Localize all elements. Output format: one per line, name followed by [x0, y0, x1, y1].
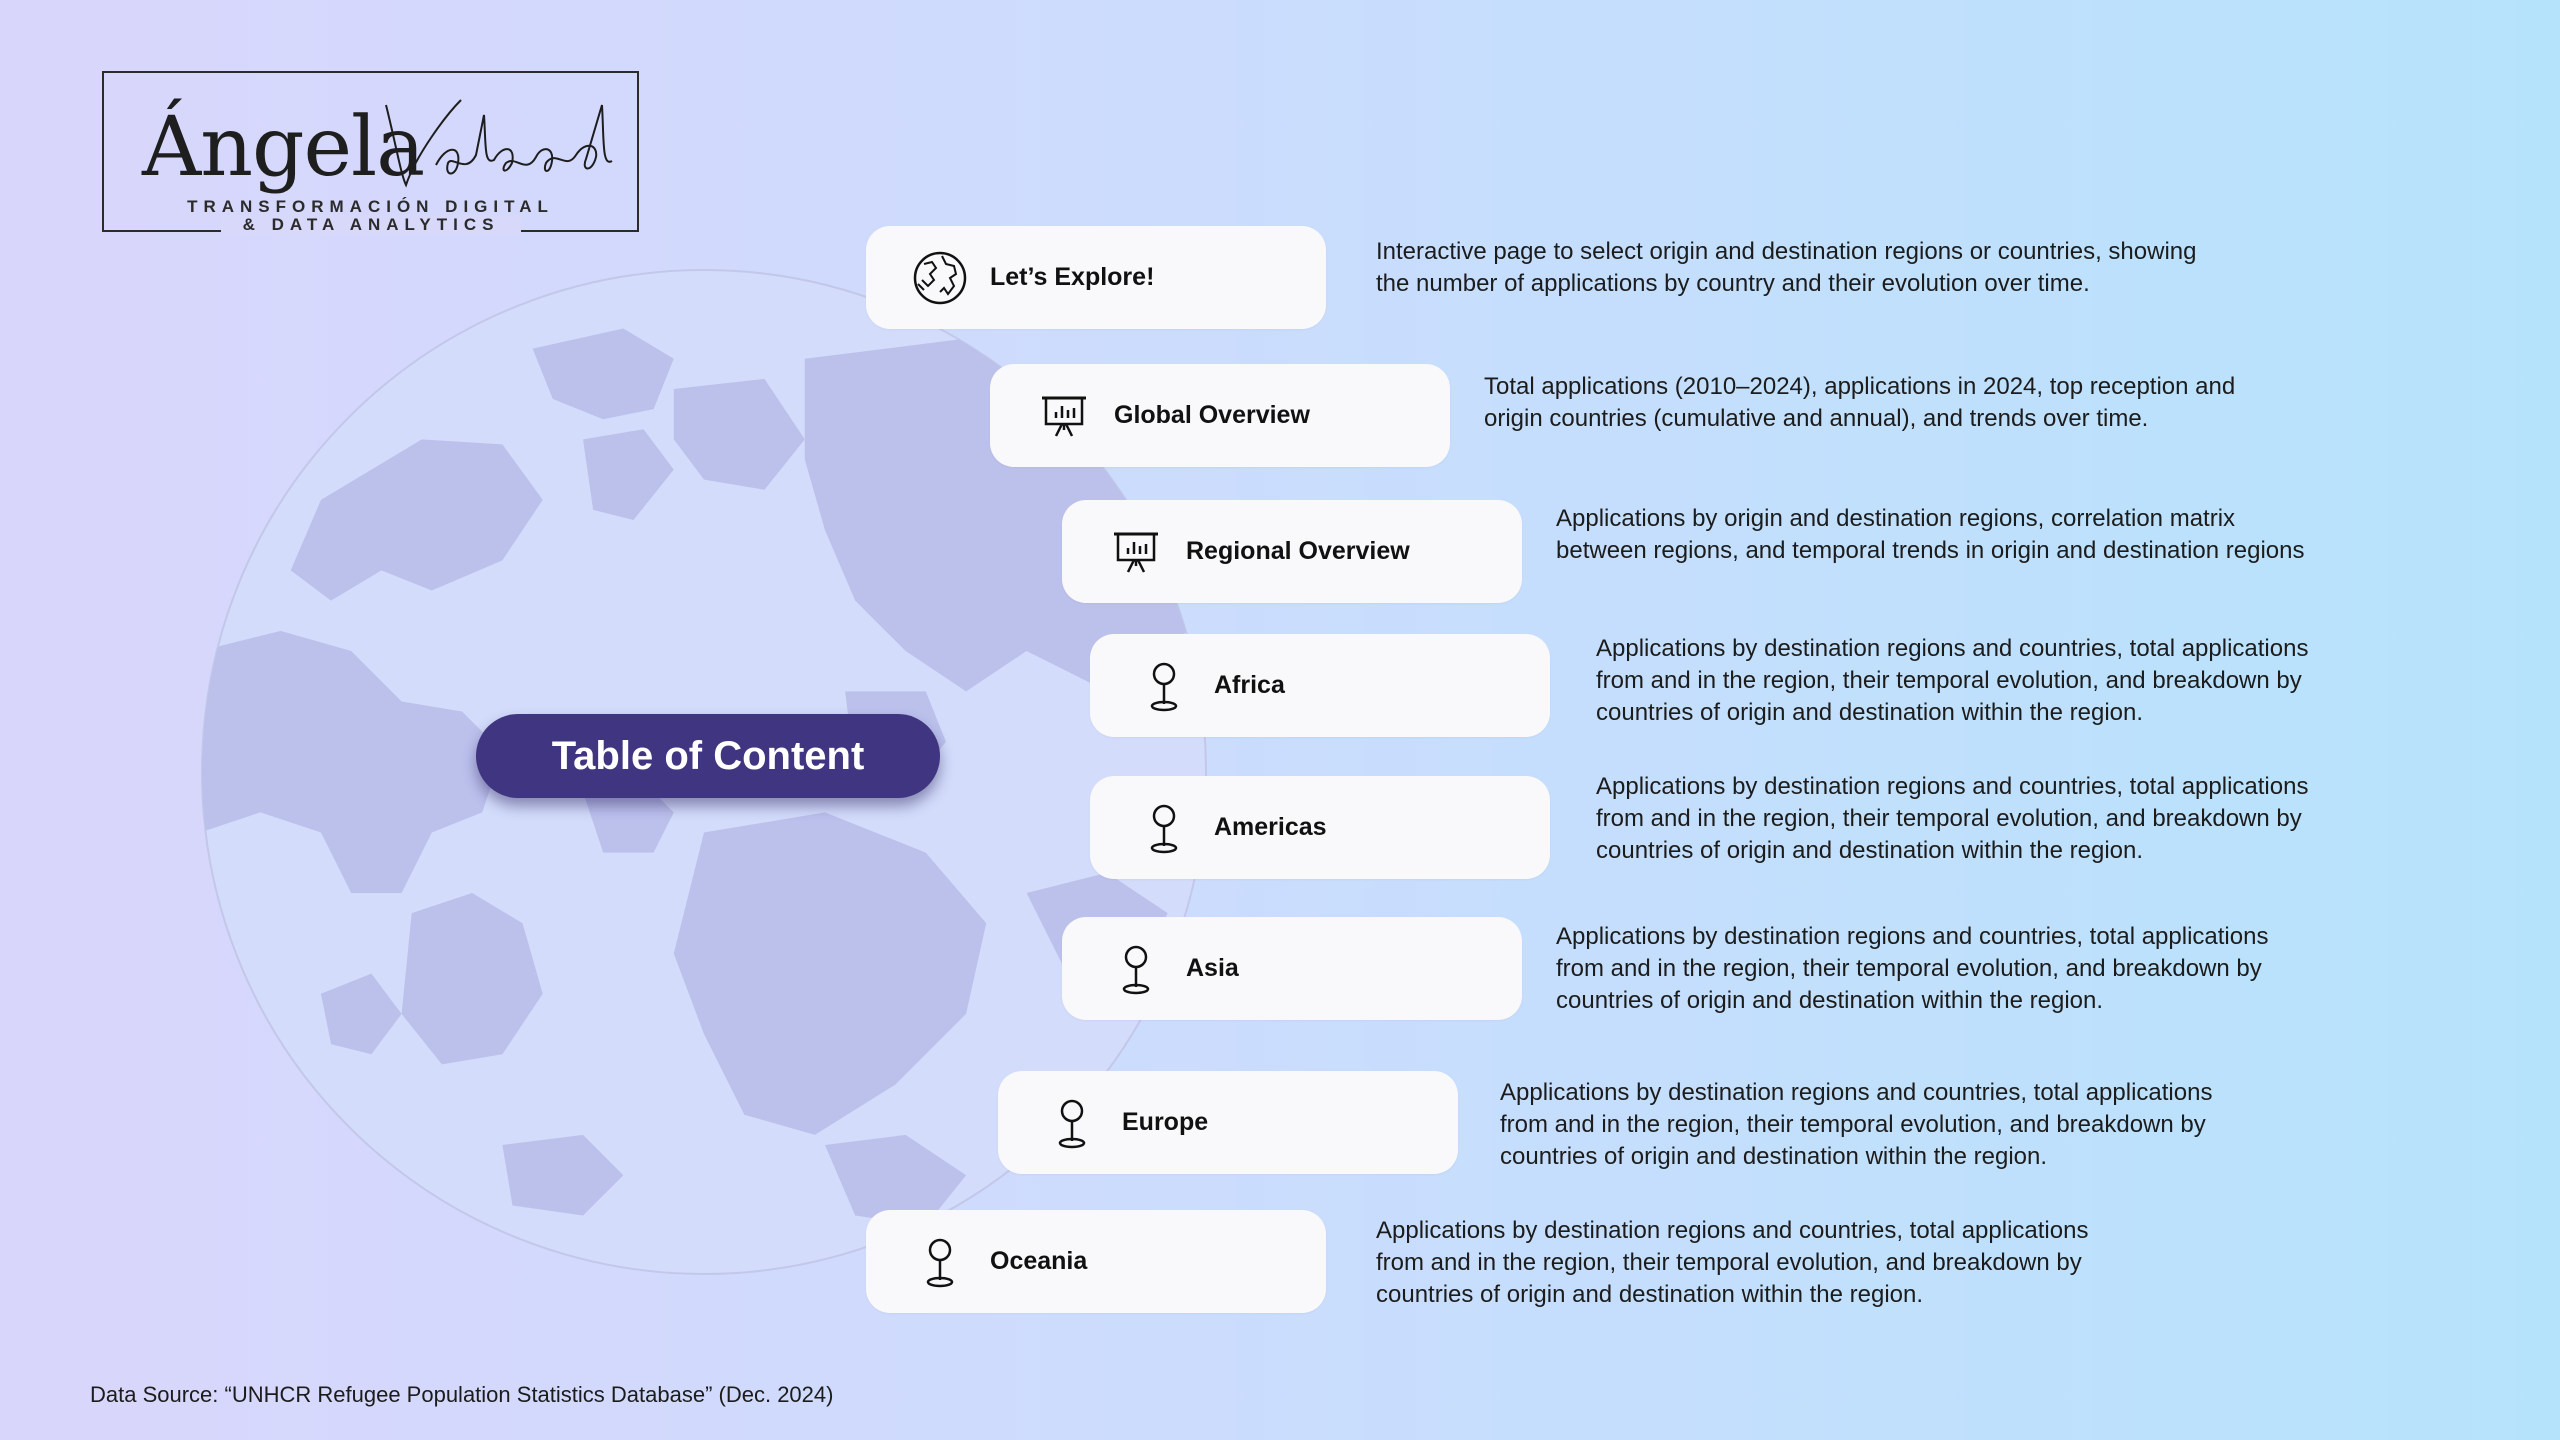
- nav-card-label: Europe: [1122, 1108, 1209, 1136]
- nav-card-label: Asia: [1186, 954, 1239, 982]
- nav-card-oceania[interactable]: Oceania: [866, 1210, 1326, 1313]
- nav-card-africa[interactable]: Africa: [1090, 634, 1550, 737]
- nav-card-label: Americas: [1214, 813, 1327, 841]
- logo-script-signature: [385, 99, 613, 188]
- nav-card-description: Interactive page to select origin and de…: [1376, 238, 2197, 297]
- nav-card-europe[interactable]: Europe: [998, 1071, 1458, 1174]
- map-pin-icon: [1134, 798, 1194, 858]
- logo-subtitle-2: & DATA ANALYTICS: [221, 215, 521, 235]
- logo-subtitle: TRANSFORMACIÓN DIGITAL: [187, 197, 554, 216]
- nav-card-label: Global Overview: [1114, 401, 1310, 429]
- nav-card-lets-explore[interactable]: Let’s Explore!: [866, 226, 1326, 329]
- nav-card-description: Applications by destination regions and …: [1500, 1079, 2213, 1170]
- map-pin-icon: [1106, 939, 1166, 999]
- nav-card-description: Applications by destination regions and …: [1596, 635, 2309, 726]
- globe-icon: [910, 248, 970, 308]
- presentation-chart-icon: [1034, 386, 1094, 446]
- nav-card-description: Applications by destination regions and …: [1376, 1217, 2089, 1308]
- table-of-content-title-pill: Table of Content: [476, 714, 940, 798]
- page-title: Table of Content: [551, 733, 865, 778]
- brand-logo: Ángela TRANSFORMACIÓN DIGITAL & DATA ANA…: [102, 71, 639, 235]
- nav-card-description: Applications by destination regions and …: [1556, 923, 2269, 1014]
- nav-card-global-overview[interactable]: Global Overview: [990, 364, 1450, 467]
- nav-card-label: Regional Overview: [1186, 537, 1410, 565]
- nav-card-label: Oceania: [990, 1247, 1088, 1275]
- nav-card-americas[interactable]: Americas: [1090, 776, 1550, 879]
- presentation-chart-icon: [1106, 522, 1166, 582]
- nav-card-asia[interactable]: Asia: [1062, 917, 1522, 1020]
- map-pin-icon: [1134, 656, 1194, 716]
- data-source-note: Data Source: “UNHCR Refugee Population S…: [90, 1382, 834, 1407]
- nav-card-regional-overview[interactable]: Regional Overview: [1062, 500, 1522, 603]
- nav-card-description: Total applications (2010–2024), applicat…: [1484, 373, 2236, 432]
- nav-card-label: Africa: [1214, 671, 1285, 699]
- nav-card-label: Let’s Explore!: [990, 263, 1155, 291]
- nav-card-description: Applications by destination regions and …: [1596, 773, 2309, 864]
- map-pin-icon: [910, 1232, 970, 1292]
- map-pin-icon: [1042, 1093, 1102, 1153]
- nav-card-description: Applications by origin and destination r…: [1556, 505, 2305, 564]
